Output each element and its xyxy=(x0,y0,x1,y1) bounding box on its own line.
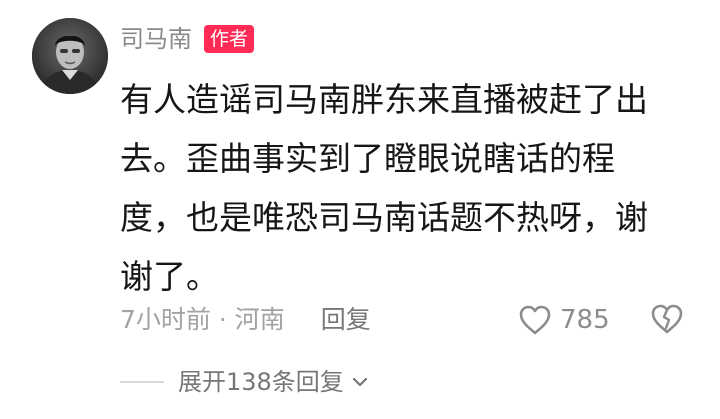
author-row: 司马南 作者 xyxy=(120,22,255,56)
comment-meta: 7小时前 · 河南 回复 xyxy=(120,302,371,338)
like-count: 785 xyxy=(560,305,610,335)
chevron-down-icon xyxy=(352,377,367,387)
avatar[interactable] xyxy=(32,18,108,94)
author-name[interactable]: 司马南 xyxy=(120,22,192,56)
time-location: 7小时前 · 河南 xyxy=(120,305,285,334)
avatar-portrait xyxy=(32,18,108,94)
reply-button[interactable]: 回复 xyxy=(321,302,371,338)
heart-outline-icon xyxy=(519,305,551,335)
comment-text: 有人造谣司马南胖东来直播被赶了出去。歪曲事实到了瞪眼说瞎话的程度，也是唯恐司马南… xyxy=(120,80,648,296)
expand-replies[interactable]: 展开138条回复 xyxy=(120,364,370,400)
broken-heart-icon xyxy=(651,304,683,334)
author-badge: 作者 xyxy=(204,25,255,53)
like-button[interactable]: 785 xyxy=(518,300,610,340)
divider-line xyxy=(120,381,164,383)
expand-replies-label: 展开138条回复 xyxy=(178,368,344,396)
dislike-button[interactable] xyxy=(650,302,684,336)
